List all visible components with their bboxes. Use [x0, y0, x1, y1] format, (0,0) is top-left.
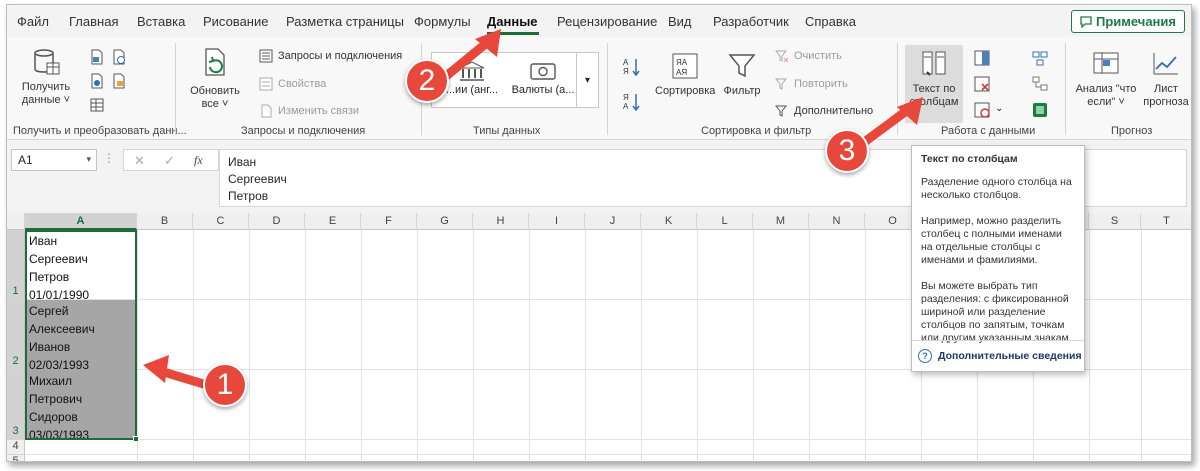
callout-arrows	[143, 29, 923, 390]
excel-window: Файл Главная Вставка Рисование Разметка …	[6, 4, 1192, 462]
arrow-to-data-tab	[440, 36, 494, 82]
arrow-to-text-columns	[858, 104, 914, 148]
callout-badge-1: 1	[203, 363, 247, 407]
arrow-to-selection-head	[143, 355, 169, 383]
callout-badge-2: 2	[405, 59, 449, 103]
callout-badge-3: 3	[825, 129, 869, 173]
